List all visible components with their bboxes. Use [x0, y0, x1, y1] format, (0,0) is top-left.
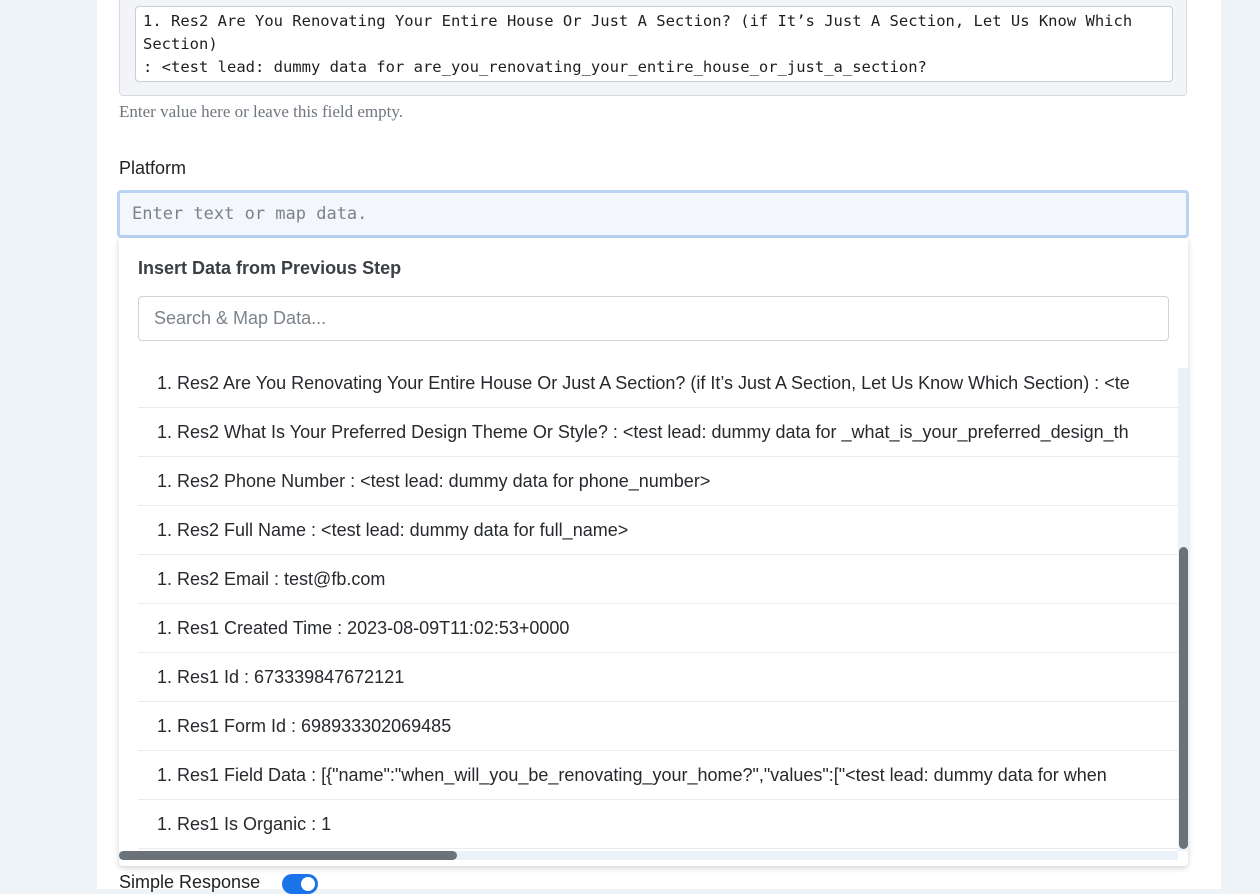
platform-input[interactable]: Enter text or map data.	[117, 190, 1189, 238]
platform-placeholder: Enter text or map data.	[132, 204, 368, 224]
insert-data-dropdown: Insert Data from Previous Step Search & …	[119, 238, 1188, 866]
search-placeholder: Search & Map Data...	[154, 308, 327, 328]
list-item[interactable]: 1. Res1 Is Organic : 1	[138, 800, 1179, 849]
list-item[interactable]: 1. Res2 Phone Number : <test lead: dummy…	[138, 457, 1179, 506]
list-item[interactable]: 1. Res2 Are You Renovating Your Entire H…	[138, 359, 1179, 408]
dropdown-title: Insert Data from Previous Step	[138, 258, 402, 278]
data-list: 1. Res2 Are You Renovating Your Entire H…	[138, 359, 1179, 849]
list-item[interactable]: 1. Res1 Field Data : [{"name":"when_will…	[138, 751, 1179, 800]
list-item[interactable]: 1. Res1 Id : 673339847672121	[138, 653, 1179, 702]
list-item[interactable]: 1. Res2 Email : test@fb.com	[138, 555, 1179, 604]
vertical-scrollbar-thumb[interactable]	[1179, 547, 1188, 849]
horizontal-scrollbar-thumb[interactable]	[119, 851, 457, 860]
list-item[interactable]: 1. Res2 What Is Your Preferred Design Th…	[138, 408, 1179, 457]
list-item[interactable]: 1. Res1 Created Time : 2023-08-09T11:02:…	[138, 604, 1179, 653]
simple-response-toggle[interactable]	[282, 874, 318, 894]
field-hint: Enter value here or leave this field emp…	[119, 102, 404, 121]
previous-field-container: 1. Res2 Are You Renovating Your Entire H…	[119, 0, 1187, 96]
previous-field-input[interactable]: 1. Res2 Are You Renovating Your Entire H…	[135, 6, 1173, 82]
platform-label: Platform	[119, 158, 187, 178]
list-item[interactable]: 1. Res2 Full Name : <test lead: dummy da…	[138, 506, 1179, 555]
simple-response-label: Simple Response	[119, 872, 261, 892]
map-data-search-input[interactable]: Search & Map Data...	[138, 296, 1169, 341]
list-item[interactable]: 1. Res1 Form Id : 698933302069485	[138, 702, 1179, 751]
